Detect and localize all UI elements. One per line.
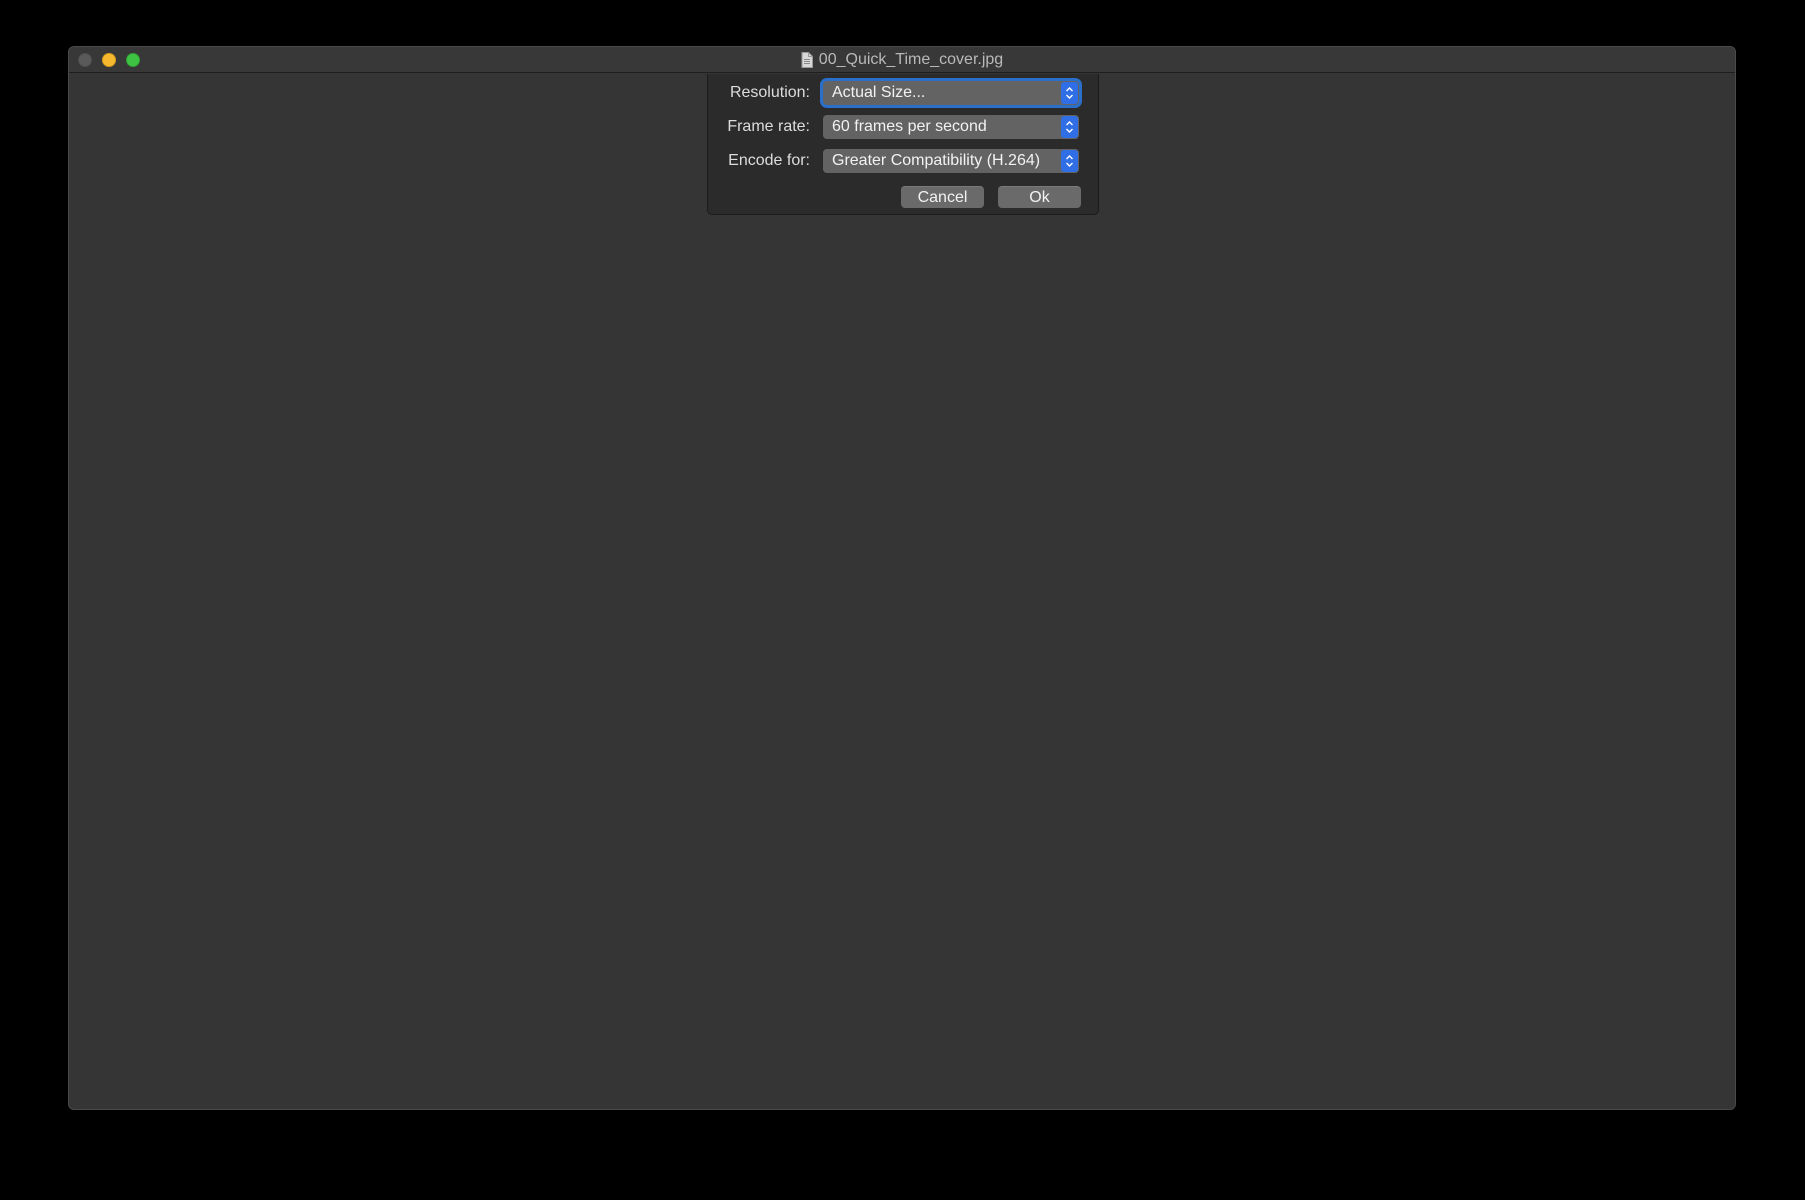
window-title: 00_Quick_Time_cover.jpg [818,51,1004,68]
frame-rate-row: Frame rate: 60 frames per second [708,114,1098,140]
encode-for-popup[interactable]: Greater Compatibility (H.264) [823,149,1079,173]
chevron-up-down-icon [1061,150,1078,172]
frame-rate-popup[interactable]: 60 frames per second [823,115,1079,139]
ok-button[interactable]: Ok [998,186,1081,208]
window-title-group: 00_Quick_Time_cover.jpg [69,47,1735,73]
title-bar[interactable]: 00_Quick_Time_cover.jpg [69,47,1735,73]
frame-rate-label: Frame rate: [727,118,810,135]
resolution-label: Resolution: [729,84,810,101]
export-settings-sheet: Resolution: Actual Size... Frame rate: 6… [707,74,1099,215]
encode-for-row: Encode for: Greater Compatibility (H.264… [708,148,1098,174]
content-area [69,73,1735,1109]
document-icon [801,52,813,68]
chevron-up-down-icon [1061,82,1078,104]
app-window: 00_Quick_Time_cover.jpg Resolution: Actu… [68,46,1736,1110]
encode-for-value: Greater Compatibility (H.264) [832,152,1041,169]
cancel-button[interactable]: Cancel [901,186,984,208]
chevron-up-down-icon [1061,116,1078,138]
resolution-row: Resolution: Actual Size... [708,80,1098,106]
resolution-popup[interactable]: Actual Size... [823,81,1079,105]
encode-for-label: Encode for: [728,152,810,169]
resolution-value: Actual Size... [832,84,926,101]
frame-rate-value: 60 frames per second [832,118,987,135]
